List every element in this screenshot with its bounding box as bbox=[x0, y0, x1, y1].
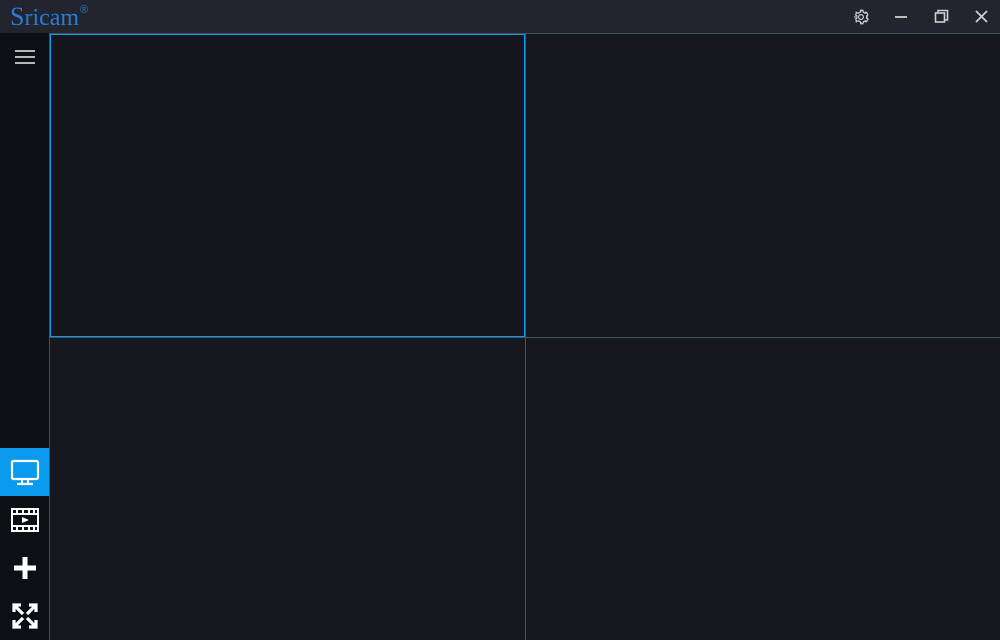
film-play-icon bbox=[9, 505, 41, 535]
settings-button[interactable] bbox=[850, 6, 872, 28]
sidebar-item-add-device[interactable] bbox=[0, 544, 49, 592]
sidebar-item-playback[interactable] bbox=[0, 496, 49, 544]
close-icon bbox=[974, 9, 989, 24]
menu-toggle-button[interactable] bbox=[0, 33, 49, 81]
window-controls bbox=[850, 6, 992, 28]
video-cell-2[interactable] bbox=[50, 338, 525, 640]
plus-icon bbox=[10, 553, 40, 583]
brand-trademark: ® bbox=[80, 4, 88, 16]
video-cell-3[interactable] bbox=[526, 338, 1000, 640]
close-button[interactable] bbox=[970, 6, 992, 28]
maximize-restore-button[interactable] bbox=[930, 6, 952, 28]
gear-icon bbox=[852, 8, 870, 26]
sidebar bbox=[0, 33, 49, 640]
minimize-button[interactable] bbox=[890, 6, 912, 28]
sidebar-item-live-view[interactable] bbox=[0, 448, 49, 496]
video-grid bbox=[49, 33, 1000, 640]
video-cell-1[interactable] bbox=[526, 34, 1000, 337]
monitor-icon bbox=[9, 457, 41, 487]
sidebar-item-fullscreen[interactable] bbox=[0, 592, 49, 640]
minimize-icon bbox=[894, 10, 908, 24]
brand-logo: Sricam ® bbox=[8, 2, 87, 32]
titlebar: Sricam ® bbox=[0, 0, 1000, 33]
brand-text: Sricam bbox=[10, 2, 79, 32]
expand-icon bbox=[10, 601, 40, 631]
maximize-restore-icon bbox=[934, 9, 949, 24]
hamburger-icon bbox=[14, 49, 36, 65]
video-cell-0[interactable] bbox=[50, 34, 525, 337]
main-area bbox=[0, 33, 1000, 640]
